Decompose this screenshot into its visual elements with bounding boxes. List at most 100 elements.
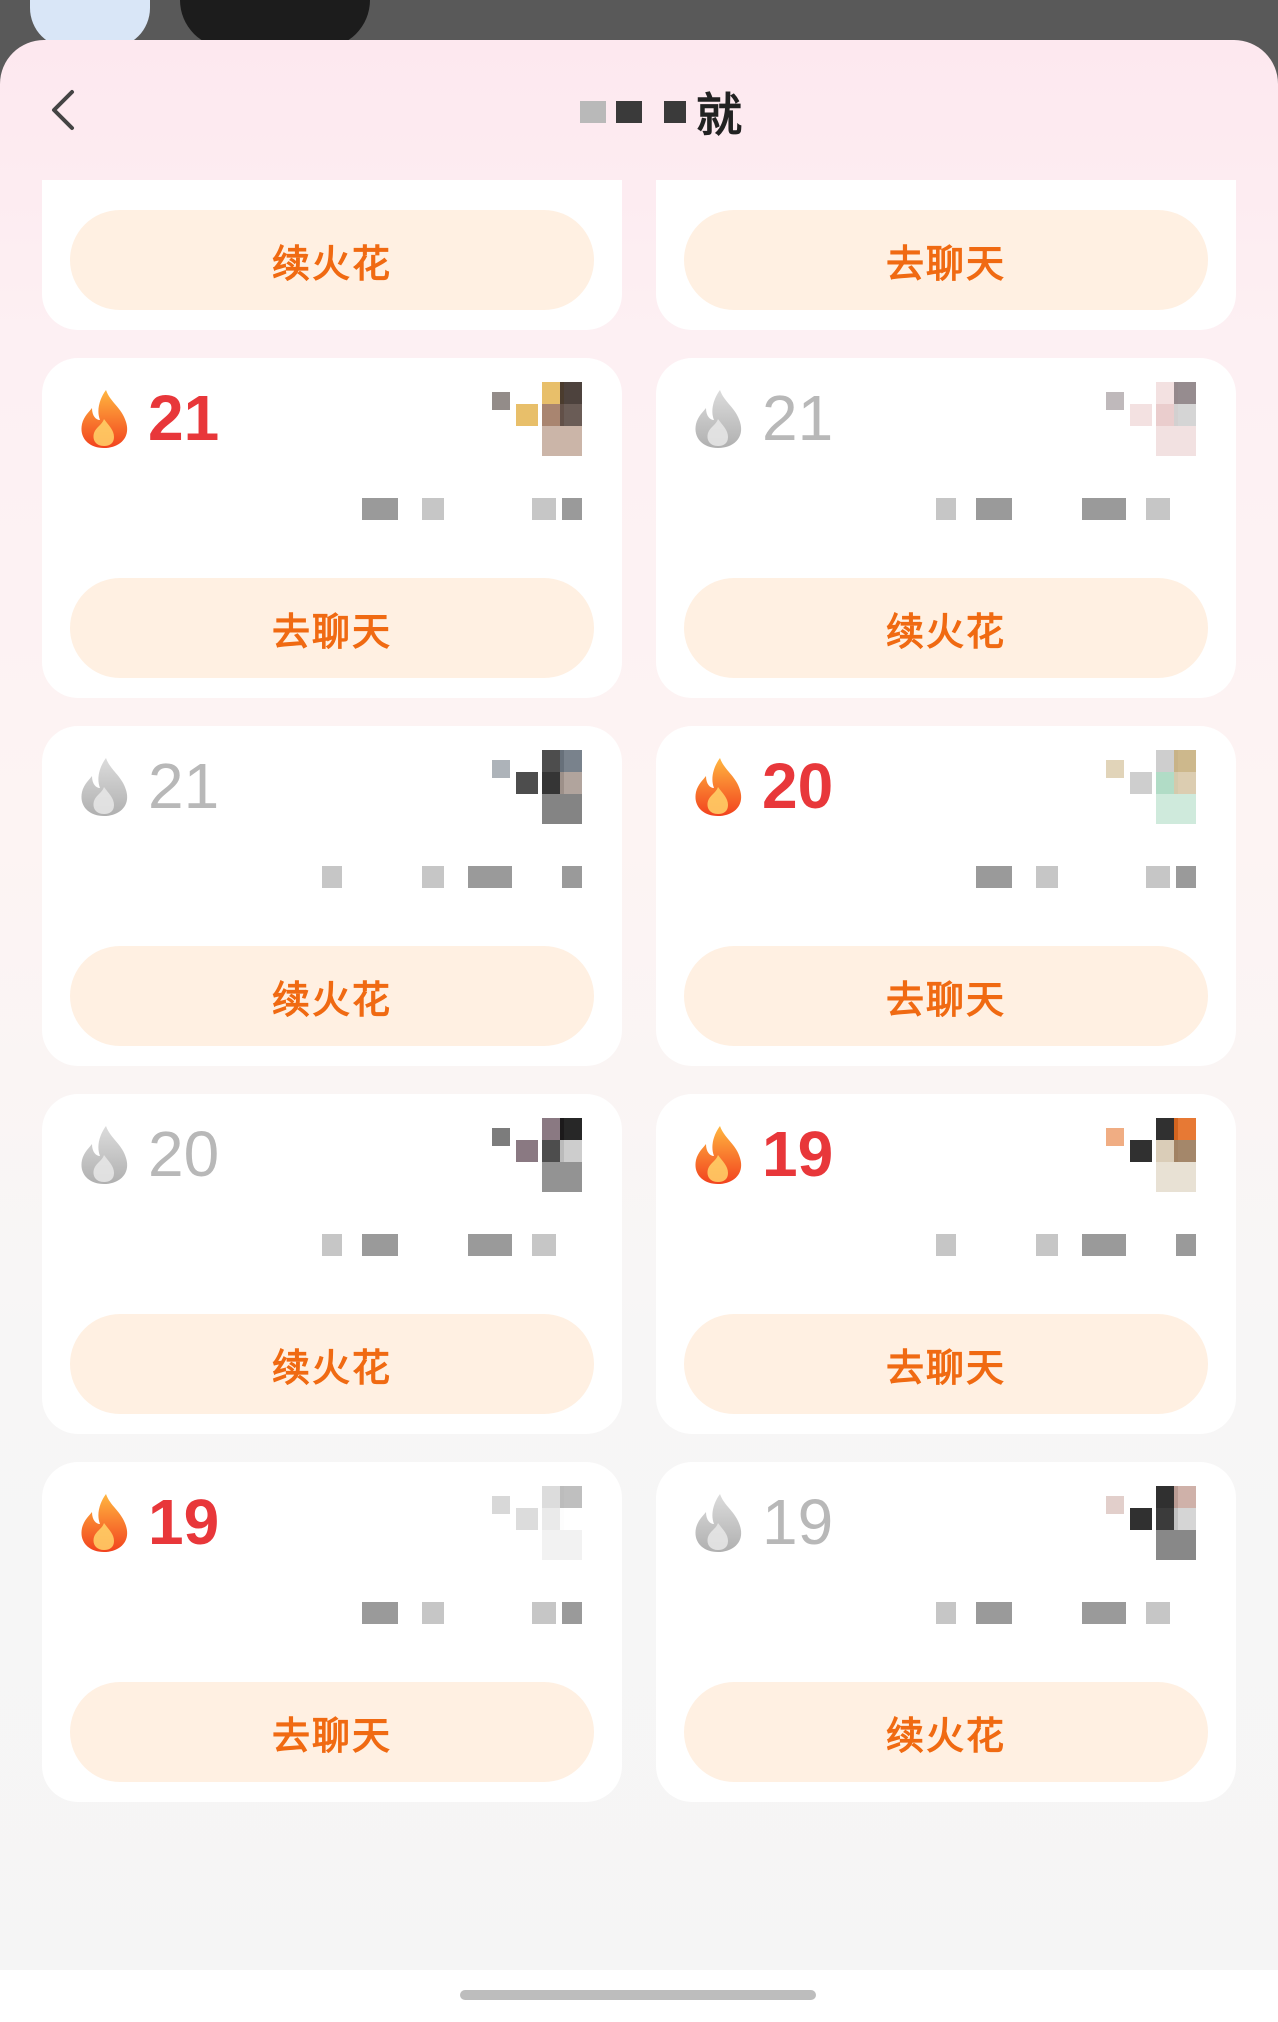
avatar-pixel: [1156, 1530, 1196, 1560]
redacted-text-block: [1082, 1234, 1126, 1256]
spark-card[interactable]: 19 去聊天: [42, 1462, 622, 1802]
avatar[interactable]: [1106, 750, 1196, 826]
go-chat-button[interactable]: 去聊天: [70, 1682, 594, 1782]
redacted-text-block: [562, 498, 582, 520]
sheet-header: 就: [0, 40, 1278, 180]
continue-spark-button[interactable]: 续火花: [684, 578, 1208, 678]
avatar-pixel: [492, 1128, 510, 1146]
avatar-pixel: [516, 1508, 538, 1530]
redacted-text-block: [936, 1602, 956, 1624]
spark-card[interactable]: 21去聊天: [656, 180, 1236, 330]
flame-icon: [81, 1494, 128, 1552]
avatar-pixel: [1106, 760, 1124, 778]
avatar-pixel: [560, 772, 582, 794]
go-chat-button[interactable]: 去聊天: [684, 1314, 1208, 1414]
continue-spark-button[interactable]: 续火花: [70, 210, 594, 310]
avatar-pixel: [516, 772, 538, 794]
redacted-text-block: [936, 1234, 956, 1256]
spark-count: 20: [148, 1118, 220, 1190]
spark-card[interactable]: 20 去聊天: [656, 726, 1236, 1066]
avatar-pixel: [1130, 404, 1152, 426]
spark-count: 19: [148, 1486, 220, 1558]
chevron-left-icon: [52, 90, 74, 130]
redacted-text-block: [1036, 1234, 1058, 1256]
redacted-text-block: [362, 1234, 398, 1256]
avatar[interactable]: [492, 1486, 582, 1562]
redacted-text-block: [362, 1602, 398, 1624]
redacted-text-block: [976, 498, 1012, 520]
spark-count: 21: [762, 382, 834, 454]
redacted-text-block: [1146, 498, 1170, 520]
redacted-title-block: [664, 101, 686, 123]
avatar-pixel: [1106, 392, 1124, 410]
avatar-pixel: [492, 760, 510, 778]
redacted-text-block: [1082, 1602, 1126, 1624]
avatar-pixel: [1174, 1140, 1196, 1162]
avatar-pixel: [1156, 794, 1196, 824]
spark-card[interactable]: 19 续火花: [656, 1462, 1236, 1802]
continue-spark-button[interactable]: 续火花: [70, 946, 594, 1046]
continue-spark-button[interactable]: 续火花: [684, 1682, 1208, 1782]
avatar[interactable]: [1106, 1486, 1196, 1562]
avatar[interactable]: [1106, 382, 1196, 458]
spark-count: 21: [148, 750, 220, 822]
go-chat-button[interactable]: 去聊天: [684, 946, 1208, 1046]
redacted-text-block: [1176, 1234, 1196, 1256]
avatar[interactable]: [492, 382, 582, 458]
avatar-pixel: [542, 1162, 582, 1192]
spark-card[interactable]: 20 续火花: [42, 1094, 622, 1434]
spark-card[interactable]: 21去聊天: [42, 358, 622, 698]
redacted-text-block: [532, 1602, 556, 1624]
avatar-pixel: [1174, 772, 1196, 794]
avatar-pixel: [492, 1496, 510, 1514]
avatar-pixel: [1130, 772, 1152, 794]
spark-card[interactable]: 19 去聊天: [656, 1094, 1236, 1434]
spark-card[interactable]: 22续火花: [42, 180, 622, 330]
redacted-name: [936, 1602, 1196, 1626]
avatar[interactable]: [492, 1118, 582, 1194]
flame-icon: [81, 390, 128, 448]
redacted-text-block: [422, 1602, 444, 1624]
avatar-pixel: [1174, 404, 1196, 426]
avatar-pixel: [1156, 426, 1196, 456]
avatar-pixel: [560, 1140, 582, 1162]
redacted-text-block: [322, 1234, 342, 1256]
flame-icon: [81, 758, 128, 816]
redacted-name: [322, 866, 582, 890]
go-chat-button[interactable]: 去聊天: [70, 578, 594, 678]
avatar-pixel: [516, 1140, 538, 1162]
avatar-pixel: [542, 1530, 582, 1560]
flame-icon: [81, 1126, 128, 1184]
spark-card[interactable]: 21 续火花: [42, 726, 622, 1066]
redacted-text-block: [936, 498, 956, 520]
spark-count: 20: [762, 750, 834, 822]
redacted-text-block: [1082, 498, 1126, 520]
redacted-text-block: [1036, 866, 1058, 888]
avatar-pixel: [542, 794, 582, 824]
flame-icon: [695, 390, 742, 448]
redacted-text-block: [1146, 866, 1170, 888]
flame-icon: [695, 1126, 742, 1184]
avatar-pixel: [1174, 750, 1196, 772]
redacted-title-block: [580, 101, 606, 123]
page-title-text: 就: [696, 88, 742, 142]
redacted-text-block: [976, 1602, 1012, 1624]
continue-spark-button[interactable]: 续火花: [70, 1314, 594, 1414]
home-indicator[interactable]: [460, 1990, 816, 2000]
avatar-pixel: [560, 382, 582, 404]
spark-count: 19: [762, 1118, 834, 1190]
go-chat-button[interactable]: 去聊天: [684, 210, 1208, 310]
card-scroll-area[interactable]: 22续火花21去聊天21去聊天21续火花21续火花20去聊天20续火花19去聊天…: [0, 180, 1278, 1970]
redacted-text-block: [422, 866, 444, 888]
avatar[interactable]: [492, 750, 582, 826]
redacted-text-block: [1176, 866, 1196, 888]
redacted-text-block: [468, 866, 512, 888]
spark-count: 19: [762, 1486, 834, 1558]
spark-card[interactable]: 21 续火花: [656, 358, 1236, 698]
avatar-pixel: [1106, 1496, 1124, 1514]
flame-icon: [695, 758, 742, 816]
avatar-pixel: [1106, 1128, 1124, 1146]
back-button[interactable]: [40, 82, 90, 138]
redacted-text-block: [976, 866, 1012, 888]
avatar[interactable]: [1106, 1118, 1196, 1194]
